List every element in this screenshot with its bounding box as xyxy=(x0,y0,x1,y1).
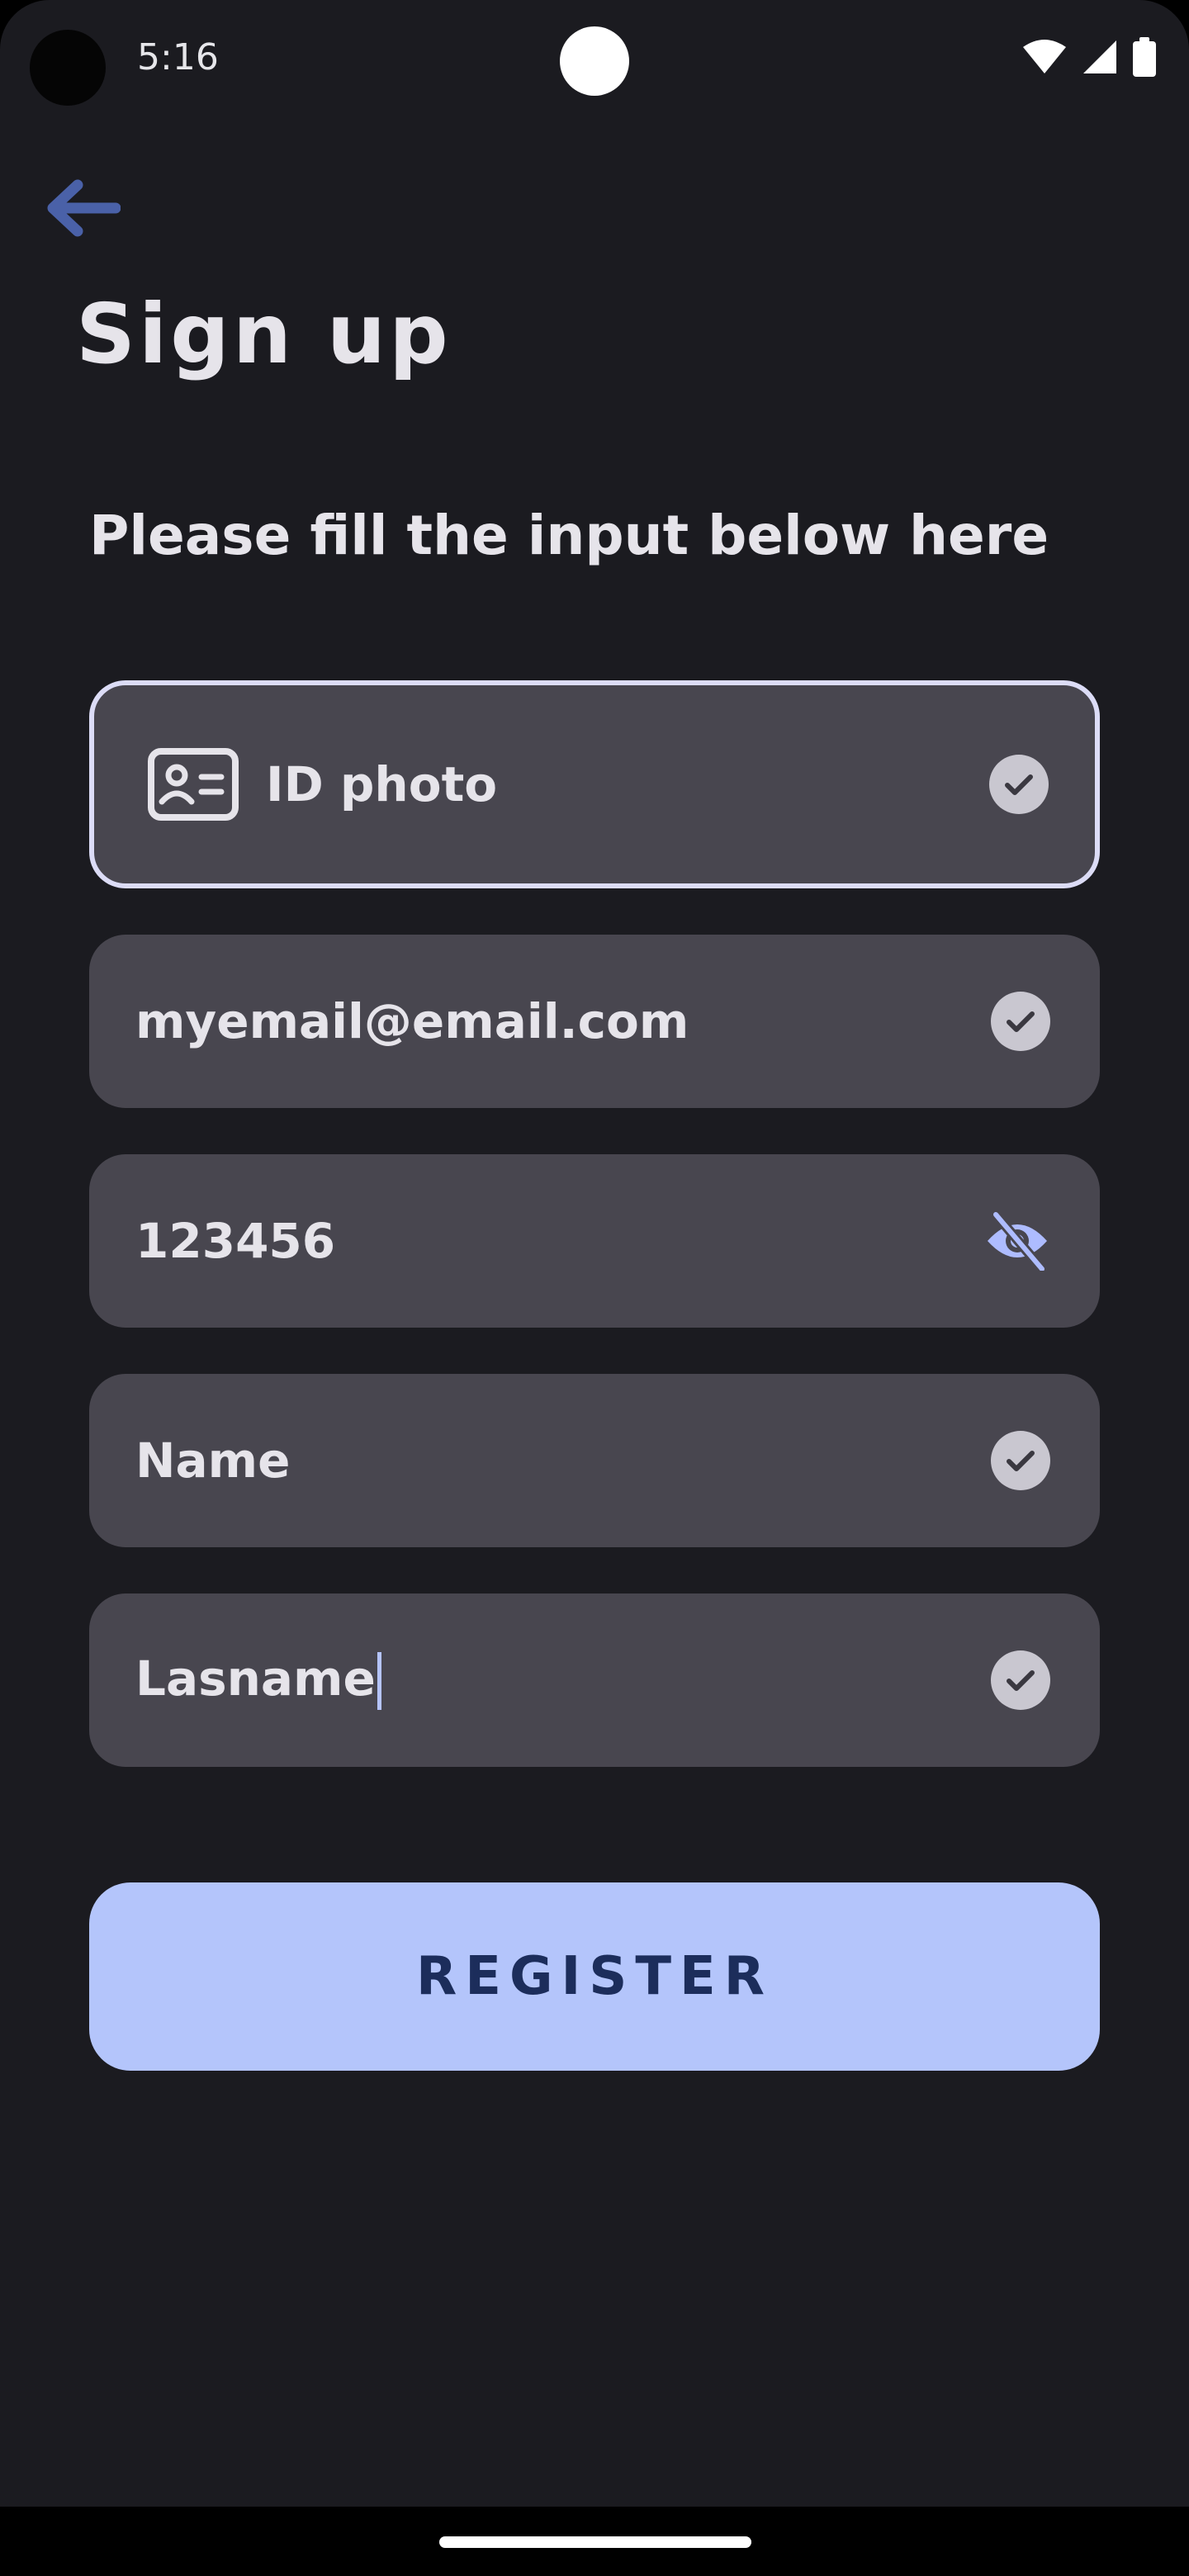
check-circle-icon xyxy=(991,992,1050,1051)
home-indicator[interactable] xyxy=(439,2536,751,2548)
email-value: myemail@email.com xyxy=(135,993,689,1049)
check-circle-icon xyxy=(991,1650,1050,1710)
name-field[interactable]: Name xyxy=(89,1374,1100,1547)
page-title: Sign up xyxy=(76,286,452,382)
register-button[interactable]: REGISTER xyxy=(89,1882,1100,2071)
email-field[interactable]: myemail@email.com xyxy=(89,935,1100,1108)
eye-off-icon xyxy=(988,1211,1047,1271)
battery-icon xyxy=(1133,37,1156,77)
check-circle-icon xyxy=(991,1431,1050,1490)
form-subtitle: Please fill the input below here xyxy=(89,504,1049,567)
back-button[interactable] xyxy=(40,165,126,251)
password-field[interactable]: 123456 xyxy=(89,1154,1100,1328)
id-photo-label: ID photo xyxy=(266,756,498,812)
status-icons xyxy=(1022,36,1156,78)
email-status xyxy=(991,992,1050,1051)
status-time: 5:16 xyxy=(137,36,219,78)
name-status xyxy=(991,1431,1050,1490)
id-photo-status xyxy=(989,755,1049,814)
check-circle-icon xyxy=(989,755,1049,814)
wifi-icon xyxy=(1023,40,1066,73)
lastname-status xyxy=(991,1650,1050,1710)
arrow-left-icon xyxy=(47,179,121,237)
text-cursor xyxy=(377,1652,381,1711)
front-camera xyxy=(560,26,629,96)
id-card-icon xyxy=(148,748,239,821)
lastname-field[interactable]: Lasname xyxy=(89,1593,1100,1767)
name-value: Name xyxy=(135,1432,291,1489)
navigation-bar xyxy=(0,2507,1189,2576)
camera-cutout xyxy=(30,30,106,106)
password-value: 123456 xyxy=(135,1213,336,1269)
sign-up-screen: 5:16 Sign up Please fill the input below… xyxy=(0,0,1189,2576)
signal-icon xyxy=(1083,40,1116,73)
status-bar: 5:16 xyxy=(0,0,1189,116)
id-photo-field[interactable]: ID photo xyxy=(89,680,1100,888)
password-visibility-toggle[interactable] xyxy=(984,1211,1050,1271)
lastname-value: Lasname xyxy=(135,1650,381,1711)
